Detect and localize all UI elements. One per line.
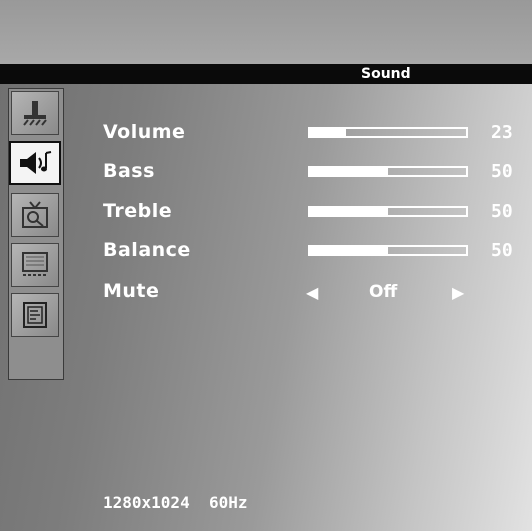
treble-slider[interactable] [308, 206, 468, 217]
balance-value: 50 [491, 240, 513, 261]
right-arrow-icon[interactable]: ▶ [452, 283, 464, 302]
treble-label[interactable]: Treble [103, 200, 172, 222]
sound-icon [20, 151, 52, 174]
menu-title: Sound [361, 66, 411, 82]
bass-value: 50 [491, 161, 513, 182]
tab-info[interactable] [11, 293, 59, 337]
info-icon [23, 302, 47, 328]
screen-icon [22, 252, 48, 276]
volume-label[interactable]: Volume [103, 121, 185, 143]
resolution-status: 1280x1024 60Hz [103, 493, 248, 512]
treble-value: 50 [491, 201, 513, 222]
volume-slider[interactable] [308, 127, 468, 138]
tv-icon [22, 201, 48, 228]
brightness-icon [23, 101, 47, 126]
mute-value: Off [369, 282, 398, 302]
menu-title-bar: Sound [0, 64, 532, 84]
tab-screen[interactable] [11, 243, 59, 287]
volume-fill [310, 129, 346, 136]
bass-label[interactable]: Bass [103, 160, 155, 182]
treble-fill [310, 208, 388, 215]
top-band [0, 0, 532, 64]
bass-fill [310, 168, 388, 175]
balance-slider[interactable] [308, 245, 468, 256]
tab-sound[interactable] [9, 141, 61, 185]
balance-fill [310, 247, 388, 254]
mute-label[interactable]: Mute [103, 280, 159, 302]
left-arrow-icon[interactable]: ◀ [306, 283, 318, 302]
bass-slider[interactable] [308, 166, 468, 177]
tab-tv[interactable] [11, 193, 59, 237]
menu-sidebar [8, 88, 64, 380]
tab-picture[interactable] [11, 91, 59, 135]
volume-value: 23 [491, 122, 513, 143]
balance-label[interactable]: Balance [103, 239, 191, 261]
